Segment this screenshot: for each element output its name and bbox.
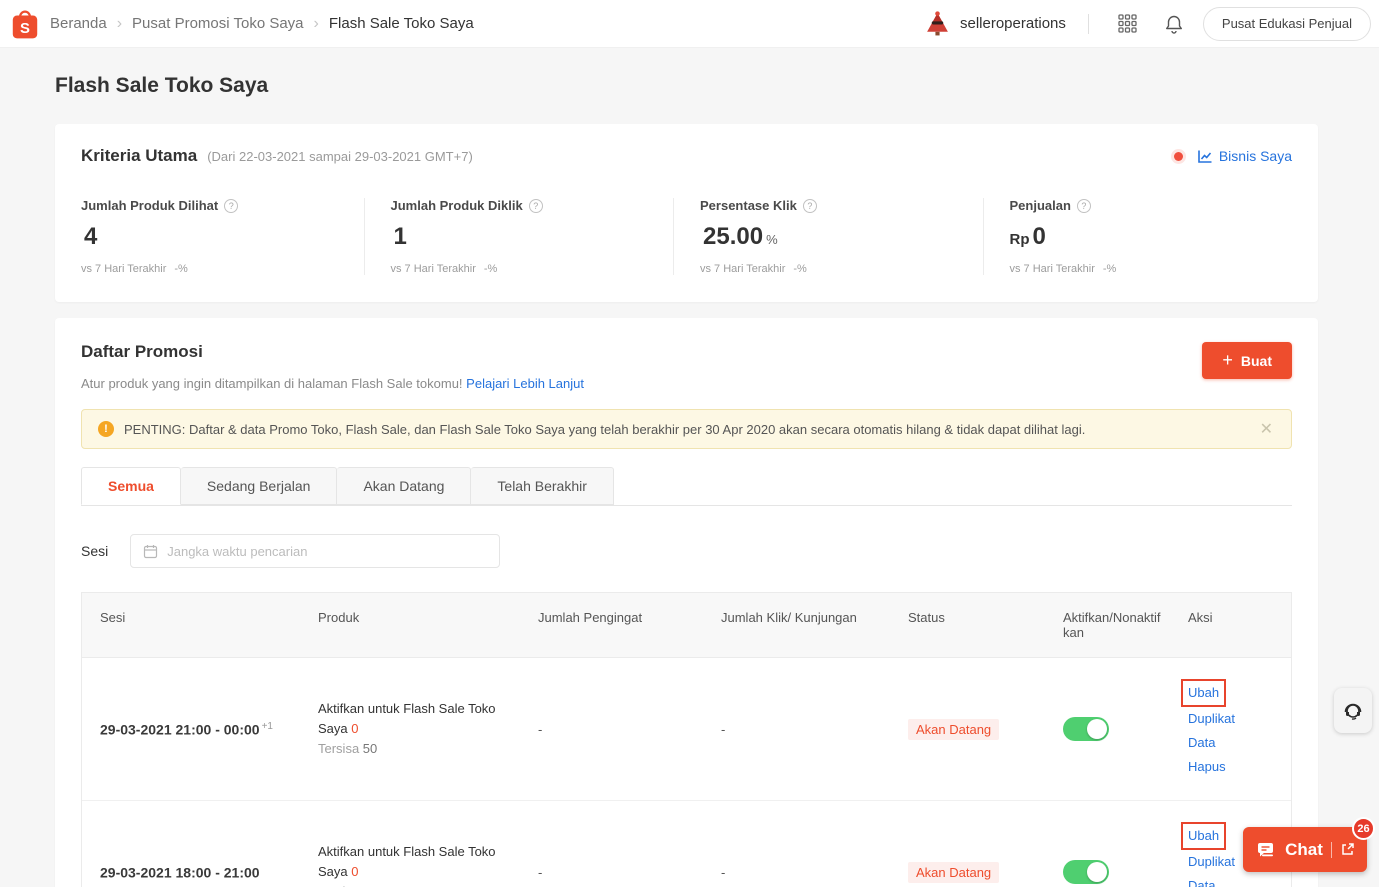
help-icon[interactable] — [528, 198, 543, 213]
metric-persentase-klik: Persentase Klik 25.00% vs 7 Hari Terakhi… — [673, 198, 983, 275]
breadcrumb-current: Flash Sale Toko Saya — [328, 15, 474, 32]
metrics-row: Jumlah Produk Dilihat 4 vs 7 Hari Terakh… — [81, 198, 1292, 275]
click-count: - — [721, 864, 726, 880]
activate-toggle[interactable] — [1063, 860, 1109, 884]
plus-icon — [1222, 350, 1233, 371]
table-row: 29-03-2021 21:00 - 00:00 +1 Aktifkan untu… — [82, 658, 1291, 801]
tab-semua[interactable]: Semua — [81, 467, 181, 505]
line-chart-icon — [1198, 150, 1212, 163]
chat-bubble-icon — [1258, 842, 1274, 856]
date-range-picker[interactable] — [130, 534, 501, 568]
product-cell: Aktifkan untuk Flash Sale Toko Saya 0 Te… — [318, 701, 496, 756]
divider — [1330, 841, 1332, 858]
metric-produk-dilihat: Jumlah Produk Dilihat 4 vs 7 Hari Terakh… — [81, 198, 364, 275]
click-count: - — [721, 721, 726, 737]
session-time: 29-03-2021 18:00 - 21:00 — [100, 864, 260, 881]
help-icon[interactable] — [1076, 198, 1091, 213]
status-tabs: Semua Sedang Berjalan Akan Datang Telah … — [81, 467, 1292, 506]
warning-icon — [98, 421, 114, 437]
username[interactable]: selleroperations — [960, 15, 1066, 32]
learn-more-link[interactable]: Pelajari Lebih Lanjut — [466, 376, 584, 391]
chat-label: Chat — [1285, 839, 1323, 859]
chevron-right-icon — [314, 15, 319, 33]
kriteria-title: Kriteria Utama — [81, 146, 198, 165]
action-data[interactable]: Data — [1188, 874, 1291, 887]
notification-bell-icon[interactable] — [1157, 7, 1191, 41]
action-ubah[interactable]: Ubah — [1181, 679, 1227, 707]
table-header-row: Sesi Produk Jumlah Pengingat Jumlah Klik… — [82, 593, 1291, 658]
session-time: 29-03-2021 21:00 - 00:00 — [100, 721, 260, 738]
metric-value: 25.00 — [703, 223, 764, 250]
action-data[interactable]: Data — [1188, 731, 1291, 755]
expand-icon[interactable] — [1340, 842, 1355, 857]
session-filter-label: Sesi — [81, 543, 109, 559]
svg-text:S: S — [20, 21, 30, 37]
headset-icon — [1344, 703, 1362, 720]
warning-banner: PENTING: Daftar & data Promo Toko, Flash… — [81, 409, 1292, 449]
breadcrumb-promo-center[interactable]: Pusat Promosi Toko Saya — [132, 15, 303, 32]
tab-akan-datang[interactable]: Akan Datang — [337, 467, 472, 505]
help-icon[interactable] — [224, 198, 239, 213]
chevron-right-icon — [117, 15, 122, 33]
action-ubah[interactable]: Ubah — [1181, 822, 1227, 850]
kriteria-date-range: (Dari 22-03-2021 sampai 29-03-2021 GMT+7… — [207, 148, 473, 164]
create-button[interactable]: Buat — [1202, 342, 1292, 379]
status-badge: Akan Datang — [908, 718, 1000, 740]
promotion-table: Sesi Produk Jumlah Pengingat Jumlah Klik… — [81, 592, 1292, 887]
daftar-promosi-title: Daftar Promosi — [81, 342, 203, 361]
metric-value: 1 — [393, 223, 407, 250]
topbar: S Beranda Pusat Promosi Toko Saya Flash … — [0, 0, 1379, 48]
chat-unread-badge: 26 — [1352, 817, 1375, 840]
shopee-logo-icon[interactable]: S — [10, 7, 40, 41]
help-icon[interactable] — [802, 198, 817, 213]
tab-sedang-berjalan[interactable]: Sedang Berjalan — [180, 467, 338, 505]
bisnis-saya-link[interactable]: Bisnis Saya — [1197, 148, 1292, 164]
metric-value: 4 — [84, 223, 98, 250]
product-cell: Aktifkan untuk Flash Sale Toko Saya 0 Te… — [318, 844, 496, 887]
tab-telah-berakhir[interactable]: Telah Berakhir — [471, 467, 614, 505]
status-badge: Akan Datang — [908, 861, 1000, 883]
breadcrumb-home[interactable]: Beranda — [50, 15, 107, 32]
action-duplikat[interactable]: Duplikat — [1188, 707, 1291, 731]
divider — [1087, 13, 1089, 34]
action-hapus[interactable]: Hapus — [1188, 755, 1291, 779]
activate-toggle[interactable] — [1063, 717, 1109, 741]
calendar-icon — [144, 544, 158, 558]
reminder-count: - — [538, 864, 543, 880]
metric-penjualan: Penjualan Rp0 vs 7 Hari Terakhir-% — [982, 198, 1293, 275]
warning-text: PENTING: Daftar & data Promo Toko, Flash… — [124, 421, 1086, 437]
page-title: Flash Sale Toko Saya — [55, 74, 269, 97]
daftar-promosi-card: Daftar Promosi Atur produk yang ingin di… — [55, 318, 1318, 887]
seller-education-button[interactable]: Pusat Edukasi Penjual — [1202, 6, 1371, 41]
metric-produk-diklik: Jumlah Produk Diklik 1 vs 7 Hari Terakhi… — [363, 198, 674, 275]
notification-dot — [1173, 151, 1183, 161]
table-row: 29-03-2021 18:00 - 21:00 Aktifkan untuk … — [82, 801, 1291, 887]
date-range-input[interactable] — [167, 543, 488, 559]
apps-grid-icon[interactable] — [1111, 7, 1145, 41]
daftar-promosi-subtitle: Atur produk yang ingin ditampilkan di ha… — [81, 376, 584, 391]
avatar[interactable] — [924, 10, 951, 37]
close-icon[interactable] — [1258, 419, 1275, 439]
support-headset-button[interactable] — [1334, 688, 1372, 733]
reminder-count: - — [538, 721, 543, 737]
kriteria-utama-card: Kriteria Utama (Dari 22-03-2021 sampai 2… — [55, 124, 1318, 302]
metric-value: 0 — [1032, 223, 1046, 250]
chat-button[interactable]: Chat 26 — [1243, 817, 1375, 872]
